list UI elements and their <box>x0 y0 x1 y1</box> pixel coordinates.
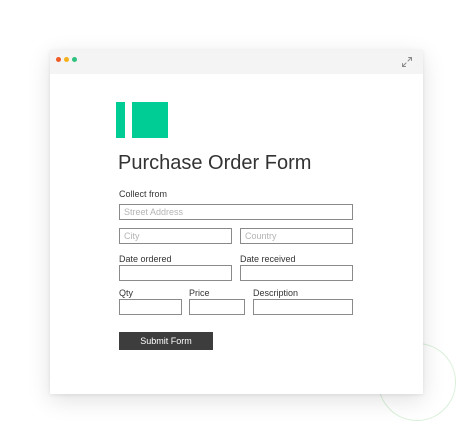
logo-bar <box>116 102 125 138</box>
collect-from-label: Collect from <box>119 189 168 199</box>
price-input[interactable] <box>189 299 245 315</box>
stage: Purchase Order Form Collect from Date or… <box>0 0 474 444</box>
window-dot-red[interactable] <box>56 57 61 62</box>
window-titlebar <box>50 50 423 74</box>
country-input[interactable] <box>240 228 353 244</box>
date-received-label: Date received <box>240 254 296 264</box>
street-address-input[interactable] <box>119 204 353 220</box>
description-label: Description <box>253 288 299 298</box>
qty-label: Qty <box>119 288 134 298</box>
price-label: Price <box>189 288 210 298</box>
brand-logo <box>116 102 168 138</box>
submit-form-button[interactable]: Submit Form <box>119 332 213 350</box>
qty-input[interactable] <box>119 299 182 315</box>
expand-icon[interactable] <box>401 55 413 67</box>
date-ordered-label: Date ordered <box>119 254 172 264</box>
browser-window: Purchase Order Form Collect from Date or… <box>50 50 423 394</box>
description-input[interactable] <box>253 299 353 315</box>
date-received-input[interactable] <box>240 265 353 281</box>
form-title: Purchase Order Form <box>118 152 312 174</box>
city-input[interactable] <box>119 228 232 244</box>
date-ordered-input[interactable] <box>119 265 232 281</box>
window-dot-green[interactable] <box>72 57 77 62</box>
window-dot-yellow[interactable] <box>64 57 69 62</box>
logo-block <box>132 102 168 138</box>
